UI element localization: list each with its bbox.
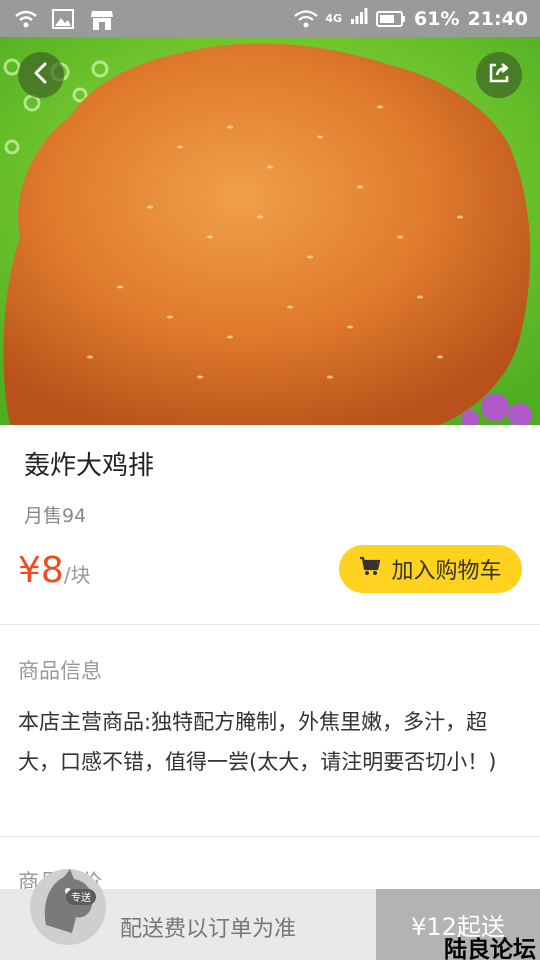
add-to-cart-button[interactable]: 加入购物车	[339, 545, 522, 593]
network-type-label: 4G	[325, 12, 343, 25]
cell-signal-icon	[350, 7, 368, 30]
status-bar: 4G 61% 21:40	[0, 0, 540, 37]
delivery-logo: 专送	[28, 855, 110, 947]
share-icon	[487, 61, 511, 89]
divider	[0, 836, 540, 837]
section-title-info: 商品信息	[18, 659, 102, 683]
product-description: 本店主营商品:独特配方腌制，外焦里嫩，多汁，超大，口感不错，值得一尝(太大，请注…	[18, 710, 497, 774]
cart-icon	[359, 556, 381, 582]
battery-percent: 61%	[414, 7, 460, 30]
wifi-icon	[14, 9, 38, 29]
battery-icon	[376, 10, 406, 28]
gallery-icon	[52, 8, 76, 29]
wifi-signal-icon	[293, 9, 319, 29]
share-button[interactable]	[476, 52, 522, 98]
product-title: 轰炸大鸡排	[24, 451, 155, 481]
store-icon	[90, 9, 114, 30]
monthly-sales: 月售94	[24, 505, 87, 527]
delivery-fee-note: 配送费以订单为准	[120, 917, 297, 942]
price-value: ¥8	[18, 550, 64, 591]
price: ¥8/块	[18, 550, 91, 591]
logo-text: 专送	[71, 891, 91, 904]
product-image	[0, 37, 540, 425]
forum-watermark: 陆良论坛	[444, 937, 536, 963]
back-button[interactable]	[18, 52, 64, 98]
price-unit: /块	[63, 563, 91, 587]
divider	[0, 624, 540, 625]
chevron-left-icon	[31, 62, 51, 88]
add-to-cart-label: 加入购物车	[391, 559, 502, 584]
clock: 21:40	[467, 7, 528, 30]
